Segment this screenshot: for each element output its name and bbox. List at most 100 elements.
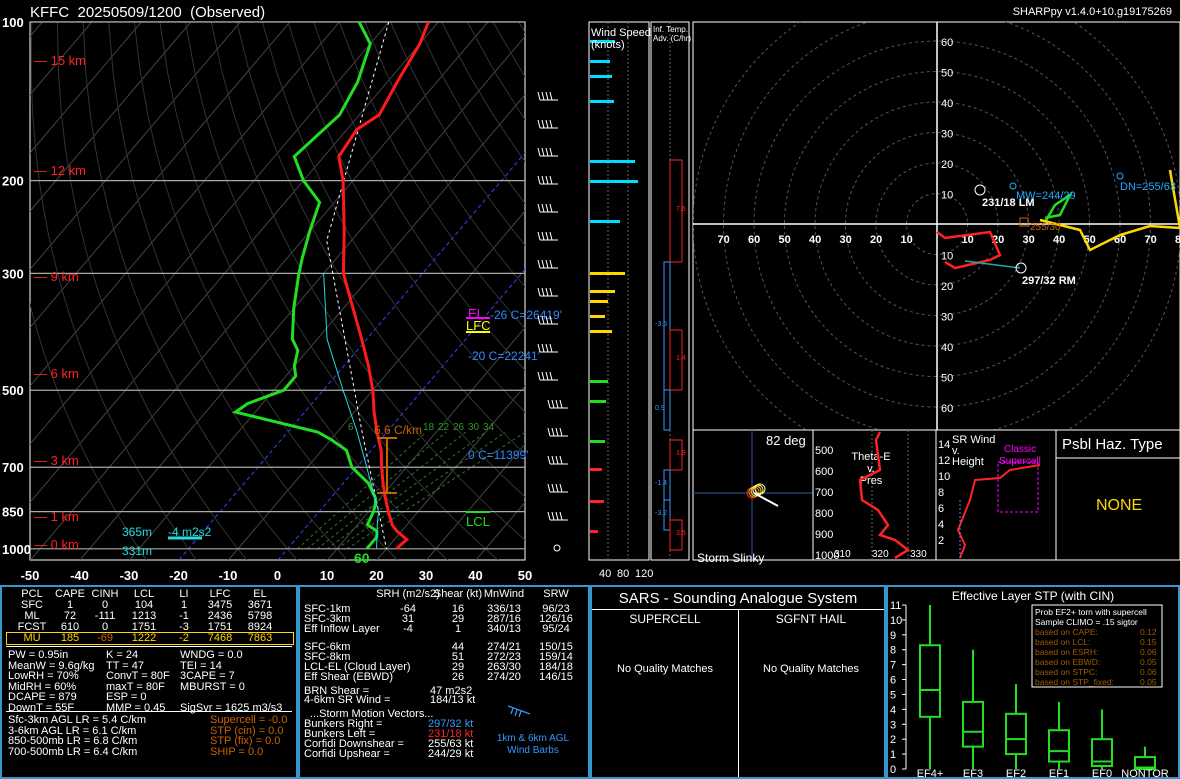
temp-tick-label: 0 <box>274 568 281 583</box>
hodo-ring-label: 20 <box>941 281 953 293</box>
bottom-panels: PCL CAPE CINH LCL LI LFC EL SFC 1 0 104 1 3475 3671 ML… <box>0 585 1180 779</box>
stp-category-label: EF4+ <box>917 768 944 777</box>
wind-barb-flag <box>545 175 549 185</box>
temp-tick-label: -50 <box>21 568 40 583</box>
theta-e-title: Theta-E <box>851 451 890 463</box>
wind-barb-flag <box>549 287 553 297</box>
stp-box <box>962 700 984 748</box>
wind-barb-flag <box>549 119 553 129</box>
stp-prob-value: 0.15 <box>1140 637 1157 647</box>
sars-supercell-matches: No Quality Matches <box>617 663 713 675</box>
stp-box <box>1005 712 1027 756</box>
temp-tick-label: 50 <box>518 568 532 583</box>
lapse-rate-line: 700-500mb LR = 6.4 C/km <box>8 745 138 758</box>
wind-barb-flag <box>537 287 541 297</box>
mix-ratio-label: 30 <box>468 422 480 433</box>
hodo-ring-label: 50 <box>941 68 953 80</box>
hodo-ring-label: 10 <box>941 251 953 263</box>
stp-panel: Effective Layer STP (with CIN) 11 10 9 8 7 6 5… <box>886 585 1180 779</box>
sars-title: SARS - Sounding Analogue System <box>618 590 858 607</box>
stp-prob-line: based on EBWD: <box>1035 657 1100 667</box>
hodo-x-label: 10 <box>901 234 913 246</box>
stp-y-label: 2 <box>890 734 896 746</box>
wind-speed-bar <box>590 180 638 183</box>
wind-speed-bar <box>590 530 598 533</box>
haz-value: NONE <box>1096 497 1143 514</box>
wind-barb-flag <box>555 511 559 521</box>
hodo-ring-label: 40 <box>941 98 953 110</box>
wind-barb-flag <box>547 427 551 437</box>
pressure-label: 700 <box>2 460 24 475</box>
indices-separator <box>6 711 292 712</box>
inf-temp-value: 7.6 <box>676 206 686 213</box>
wind-barb-flag <box>541 259 545 269</box>
wind-barb-flag <box>541 147 545 157</box>
hodo-ring-label: 20 <box>941 159 953 171</box>
temp-tick-label: 20 <box>369 568 383 583</box>
wind-barb-flag <box>551 455 555 465</box>
wind-barb-flag <box>555 483 559 493</box>
h331-label: 331m <box>122 544 152 558</box>
kin-row-label: Eff Inflow Layer <box>304 623 380 635</box>
wind-barb-flag <box>555 427 559 437</box>
temp-tick-label: 40 <box>468 568 482 583</box>
wind-barb-flag <box>549 203 553 213</box>
wind-barb-flag <box>549 343 553 353</box>
kin-cell: 340/13 <box>487 623 521 635</box>
wind-barb-flag <box>537 147 541 157</box>
wind-speed-bar <box>590 468 602 471</box>
wind-barb-flag <box>545 119 549 129</box>
hodo-x-label: 40 <box>1053 234 1065 246</box>
theta-e-y-label: 800 <box>815 508 833 520</box>
sars-supercell-label: SUPERCELL <box>629 612 701 626</box>
haz-title: Psbl Haz. Type <box>1062 436 1163 453</box>
hodo-x-label: 70 <box>718 234 730 246</box>
parcel-panel: PCL CAPE CINH LCL LI LFC EL SFC 1 0 104 1 3475 3671 ML… <box>0 585 298 779</box>
wind-speed-bar <box>590 75 612 78</box>
theta-e-x-label: 330 <box>910 549 927 560</box>
stp-category-label: EF0 <box>1092 768 1112 777</box>
sr-wind-y-label: 10 <box>938 471 950 483</box>
sfc-temp-label: 60 <box>354 550 370 566</box>
lfc-label: LFC <box>466 318 491 333</box>
hodo-x-label: 70 <box>1145 234 1157 246</box>
sr-wind-y-label: 2 <box>938 535 944 547</box>
mix-ratio-label: 18 <box>423 422 435 433</box>
height-label: — 9 km <box>34 269 79 284</box>
kin-cell: -4 <box>403 623 413 635</box>
version-label: SHARPpy v1.4.0+10.g19175269 <box>1012 6 1172 18</box>
height-label: — 12 km <box>34 163 86 178</box>
wind-barb-flag <box>545 203 549 213</box>
slinky-title: Storm Slinky <box>697 551 764 565</box>
wind-speed-bar <box>590 380 608 383</box>
inf-temp-value: -1.4 <box>655 480 667 487</box>
theta-e-y-label: 600 <box>815 466 833 478</box>
pressure-label: 300 <box>2 266 24 281</box>
stp-y-label: 5 <box>890 689 896 701</box>
stp-box <box>1048 729 1070 763</box>
sars-hail-label: SGFNT HAIL <box>775 612 847 626</box>
mix-ratio-label: 22 <box>438 422 450 433</box>
sr-wind-y-label: 4 <box>938 519 944 531</box>
wind-barb-flag <box>549 259 553 269</box>
wind-barb-flag <box>559 427 563 437</box>
hodo-x-label: 80 <box>1175 234 1180 246</box>
stp-prob-value: 0.06 <box>1140 647 1157 657</box>
hodo-ring-label: 30 <box>941 129 953 141</box>
stp-category-label: EF1 <box>1049 768 1069 777</box>
pressure-label: 500 <box>2 383 24 398</box>
kin-cell: 26 <box>451 671 465 683</box>
inf-temp-value: 3.5 <box>676 530 686 537</box>
stp-prob-line: based on STP_fixed: <box>1035 677 1114 687</box>
stp-category-label: EF2 <box>1006 768 1026 777</box>
wind-barb-flag <box>555 399 559 409</box>
stp-prob-line: based on CAPE: <box>1035 627 1098 637</box>
wind-barb-flag <box>537 371 541 381</box>
sr-wind-y-label: 12 <box>938 455 950 467</box>
stp-prob-line: based on STPC: <box>1035 667 1097 677</box>
hodo-ring-label: 60 <box>941 37 953 49</box>
height-label: — 3 km <box>34 453 79 468</box>
wind-speed-bar <box>590 60 610 63</box>
slinky-angle: 82 deg <box>766 433 806 448</box>
wind-barb-flag <box>559 483 563 493</box>
